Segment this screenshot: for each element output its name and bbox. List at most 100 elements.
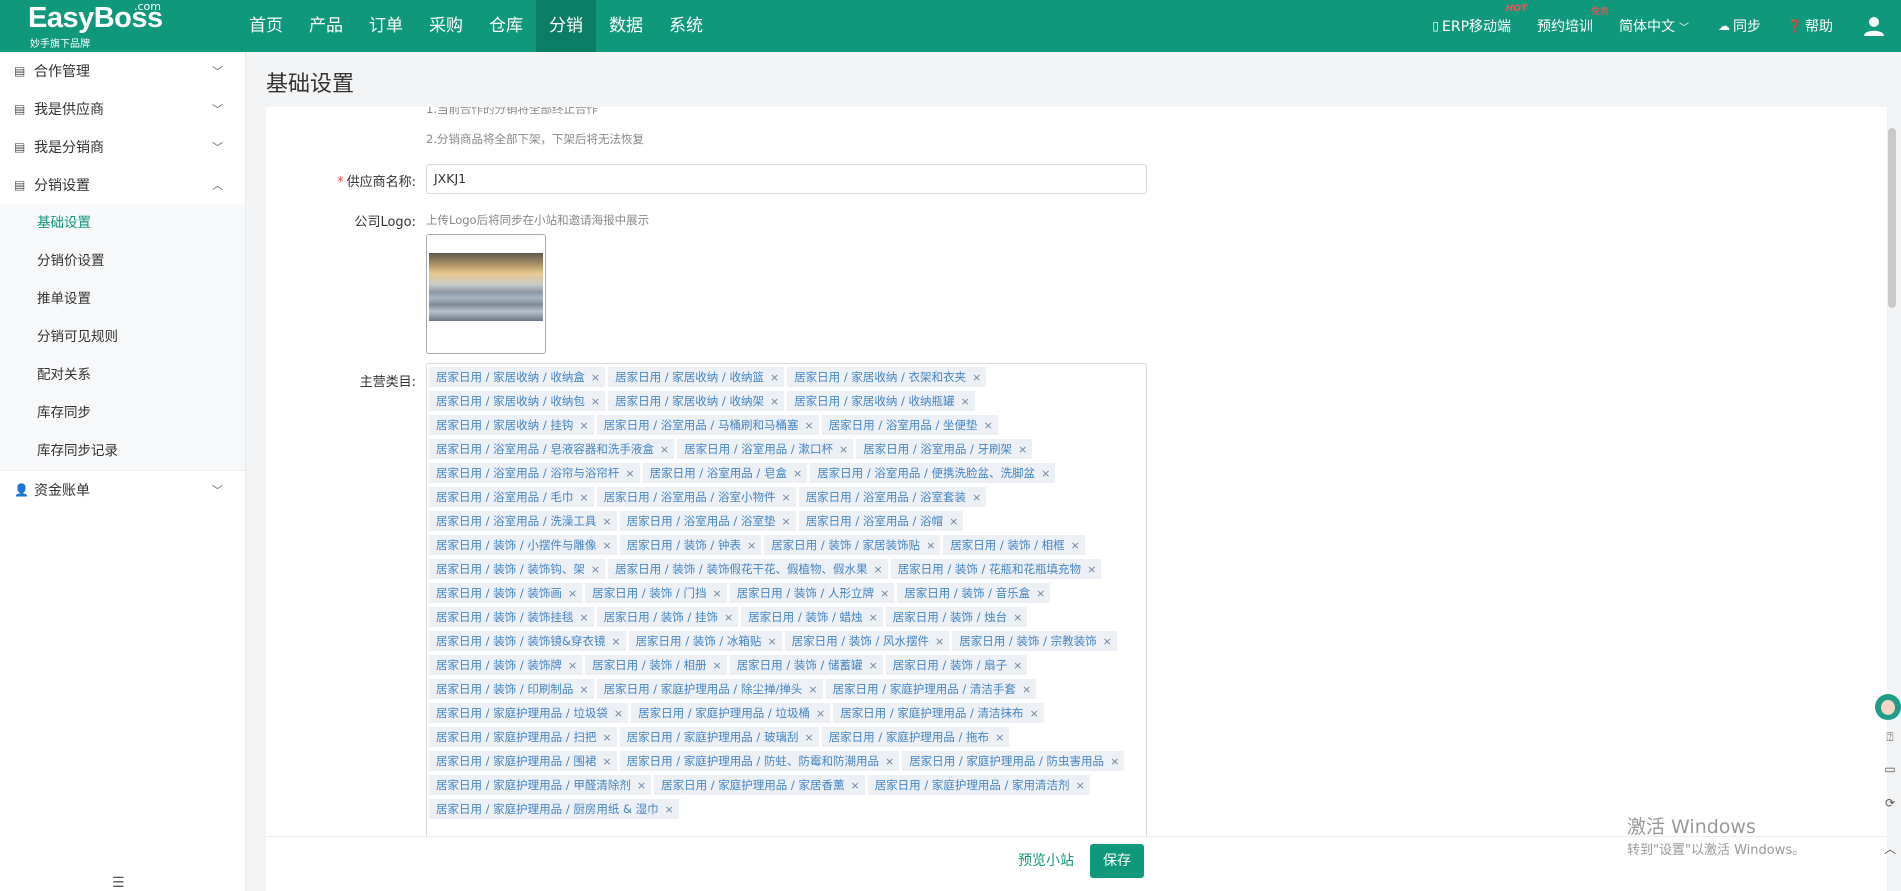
category-tag-select[interactable]: 居家日用 / 家居收纳 / 收纳盒 × 居家日用 / 家居收纳 / 收纳篮 × 居家日用… [426,363,1147,836]
category-tag: 居家日用 / 浴室用品 / 牙刷架 × [856,439,1033,459]
close-icon[interactable]: × [850,779,859,792]
close-icon[interactable]: × [602,539,611,552]
close-icon[interactable]: × [839,443,848,456]
sidebar-item-push-order-settings[interactable]: 推单设置 [0,280,245,318]
close-icon[interactable]: × [591,395,600,408]
close-icon[interactable]: × [625,467,634,480]
feedback-icon[interactable]: ▭ [1882,762,1898,778]
language-select[interactable]: 简体中文 ﹀ [1619,16,1692,36]
close-icon[interactable]: × [660,443,669,456]
close-icon[interactable]: × [579,491,588,504]
sidebar-group-distributor[interactable]: ▤ 我是分销商 ﹀ [0,128,245,166]
close-icon[interactable]: × [579,611,588,624]
sidebar-group-funds[interactable]: 👤 资金账单 ﹀ [0,470,245,508]
sidebar-item-price-settings[interactable]: 分销价设置 [0,242,245,280]
brand-logo[interactable]: EasyBoss .com 妙手旗下品牌 [0,0,210,52]
close-icon[interactable]: × [1103,635,1112,648]
close-icon[interactable]: × [568,659,577,672]
supplier-name-input[interactable]: JXKJ1 [426,164,1147,194]
sidebar-item-stock-sync[interactable]: 库存同步 [0,394,245,432]
close-icon[interactable]: × [712,587,721,600]
close-icon[interactable]: × [961,395,970,408]
close-icon[interactable]: × [1071,539,1080,552]
close-icon[interactable]: × [591,563,600,576]
close-icon[interactable]: × [770,371,779,384]
scrollbar-thumb[interactable] [1888,128,1896,308]
user-icon[interactable] [1863,15,1885,37]
close-icon[interactable]: × [1030,707,1039,720]
nav-distribution[interactable]: 分销 [536,0,596,52]
close-icon[interactable]: × [614,707,623,720]
close-icon[interactable]: × [747,539,756,552]
save-button[interactable]: 保存 [1090,844,1144,878]
close-icon[interactable]: × [637,779,646,792]
logo-upload[interactable] [426,234,546,354]
training-link[interactable]: 预约培训 免费 [1537,7,1609,36]
close-icon[interactable]: × [1022,683,1031,696]
close-icon[interactable]: × [984,419,993,432]
close-icon[interactable]: × [1041,467,1050,480]
help-button[interactable]: ❓ 帮助 [1787,16,1833,36]
close-icon[interactable]: × [995,731,1004,744]
close-icon[interactable]: × [873,563,882,576]
close-icon[interactable]: × [1013,659,1022,672]
close-icon[interactable]: × [665,803,674,816]
mobile-erp-link[interactable]: ▯ ERP移动端 HOT [1432,4,1527,36]
close-icon[interactable]: × [935,635,944,648]
close-icon[interactable]: × [793,467,802,480]
nav-warehouse[interactable]: 仓库 [476,0,536,52]
sidebar-group-distribution-settings[interactable]: ▤ 分销设置 ︿ [0,166,245,204]
nav-orders[interactable]: 订单 [356,0,416,52]
close-icon[interactable]: × [808,683,817,696]
close-icon[interactable]: × [869,659,878,672]
close-icon[interactable]: × [880,587,889,600]
preview-site-button[interactable]: 预览小站 [1018,850,1074,870]
refresh-icon[interactable]: ⟳ [1882,796,1898,812]
close-icon[interactable]: × [591,371,600,384]
close-icon[interactable]: × [568,587,577,600]
back-to-top-icon[interactable]: ︿ [1882,840,1898,856]
close-icon[interactable]: × [781,491,790,504]
close-icon[interactable]: × [949,515,958,528]
sidebar-item-stock-sync-log[interactable]: 库存同步记录 [0,432,245,470]
sidebar-group-supplier[interactable]: ▤ 我是供应商 ﹀ [0,90,245,128]
close-icon[interactable]: × [816,707,825,720]
nav-home[interactable]: 首页 [236,0,296,52]
close-icon[interactable]: × [767,635,776,648]
close-icon[interactable]: × [972,371,981,384]
close-icon[interactable]: × [885,755,894,768]
close-icon[interactable]: × [804,419,813,432]
nav-products[interactable]: 产品 [296,0,356,52]
close-icon[interactable]: × [712,659,721,672]
close-icon[interactable]: × [602,731,611,744]
close-icon[interactable]: × [1036,587,1045,600]
close-icon[interactable]: × [611,635,620,648]
close-icon[interactable]: × [1110,755,1119,768]
close-icon[interactable]: × [602,515,611,528]
close-icon[interactable]: × [972,491,981,504]
sidebar-item-visibility-rules[interactable]: 分销可见规则 [0,318,245,356]
close-icon[interactable]: × [1013,611,1022,624]
close-icon[interactable]: × [926,539,935,552]
close-icon[interactable]: × [804,731,813,744]
customer-service-avatar[interactable] [1875,694,1901,720]
close-icon[interactable]: × [1076,779,1085,792]
nav-system[interactable]: 系统 [656,0,716,52]
close-icon[interactable]: × [770,395,779,408]
sync-button[interactable]: ☁ 同步 [1718,16,1761,36]
close-icon[interactable]: × [1087,563,1096,576]
nav-data[interactable]: 数据 [596,0,656,52]
close-icon[interactable]: × [602,755,611,768]
sidebar-item-pairing[interactable]: 配对关系 [0,356,245,394]
sidebar-group-cooperation[interactable]: ▤ 合作管理 ﹀ [0,52,245,90]
close-icon[interactable]: × [579,419,588,432]
close-icon[interactable]: × [869,611,878,624]
sidebar-item-basic-settings[interactable]: 基础设置 [0,204,245,242]
collapse-menu-icon[interactable]: ☰ [112,875,125,891]
close-icon[interactable]: × [1018,443,1027,456]
nav-purchase[interactable]: 采购 [416,0,476,52]
close-icon[interactable]: × [724,611,733,624]
help-doc-icon[interactable]: ⍰ [1882,730,1898,746]
close-icon[interactable]: × [579,683,588,696]
close-icon[interactable]: × [781,515,790,528]
